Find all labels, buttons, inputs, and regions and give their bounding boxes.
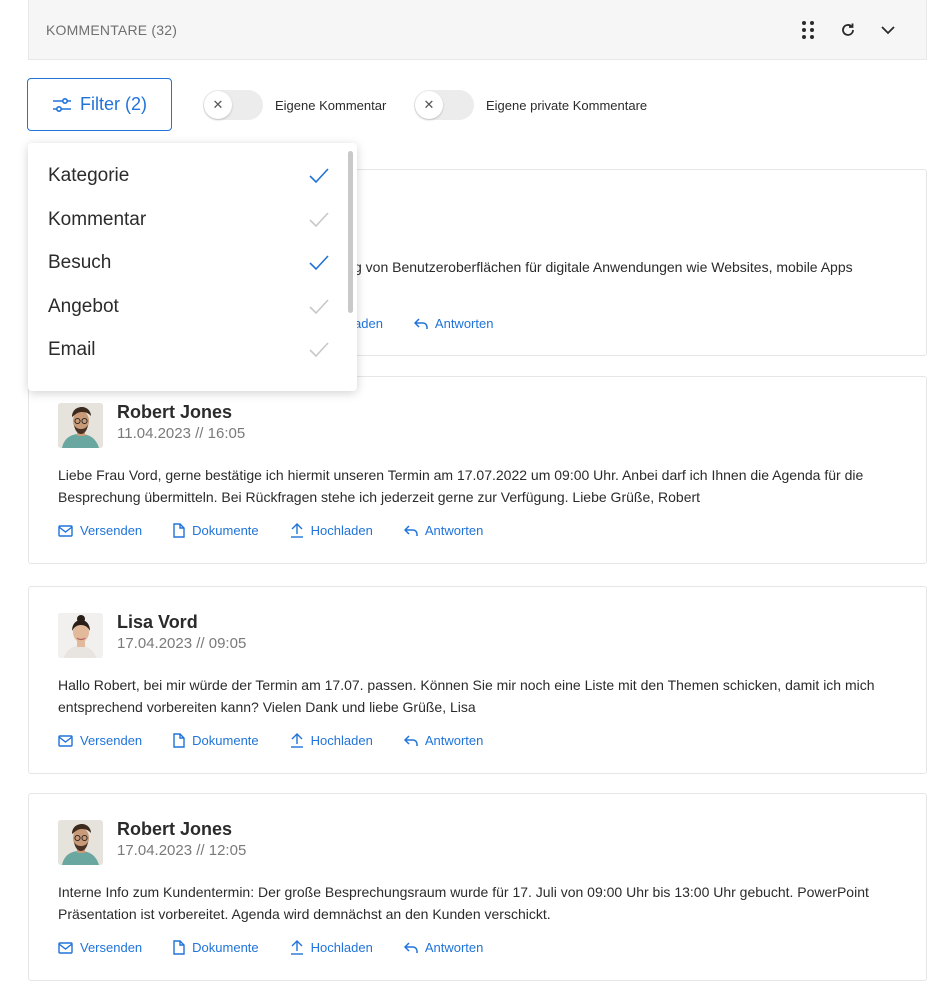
mail-icon — [58, 941, 73, 954]
filter-option-label: Kategorie — [48, 165, 130, 186]
comment-actions: aden Antworten — [354, 316, 524, 331]
refresh-icon[interactable] — [828, 10, 868, 50]
upload-label: Hochladen — [310, 523, 373, 538]
comments-header: KOMMENTARE (32) — [28, 0, 927, 60]
reply-icon — [403, 524, 418, 536]
comment-text: Liebe Frau Vord, gerne bestätige ich hie… — [58, 467, 864, 505]
filter-option-label: Besuch — [48, 252, 112, 273]
documents-label: Dokumente — [192, 523, 259, 538]
comment-author-row: Lisa Vord 17.04.2023 // 09:05 — [58, 612, 247, 658]
upload-label: Hochladen — [310, 733, 373, 748]
document-icon — [173, 523, 185, 538]
mail-icon — [58, 524, 73, 537]
own-comments-toggle[interactable]: ✕ — [203, 90, 263, 120]
document-icon — [173, 733, 185, 748]
author-name: Robert Jones — [117, 402, 233, 422]
upload-button[interactable]: Hochladen — [290, 523, 373, 538]
filter-option-kategorie[interactable]: Kategorie — [48, 161, 330, 191]
filter-option-angebot[interactable]: Angebot — [48, 292, 330, 322]
filter-option-email[interactable]: Email — [48, 335, 330, 365]
comment-author-row: Robert Jones 11.04.2023 // 16:05 — [58, 402, 246, 448]
comment-author-row: Robert Jones 17.04.2023 // 12:05 — [58, 819, 247, 865]
comment-text: Interne Info zum Kundentermin: Der große… — [58, 884, 869, 922]
drag-dots-icon[interactable] — [788, 10, 828, 50]
reply-label: Antworten — [424, 733, 484, 748]
author-name: Lisa Vord — [117, 612, 198, 632]
upload-button[interactable]: Hochladen — [290, 940, 373, 955]
upload-button[interactable]: Hochladen — [290, 733, 373, 748]
upload-icon — [290, 940, 303, 955]
reply-button[interactable]: Antworten — [403, 940, 484, 955]
comment-date: 17.04.2023 // 09:05 — [117, 635, 247, 652]
check-icon — [309, 299, 329, 315]
upload-icon — [290, 733, 303, 748]
comments-title: KOMMENTARE (32) — [46, 21, 178, 38]
avatar — [58, 613, 103, 658]
check-icon — [309, 342, 329, 358]
check-icon — [309, 255, 329, 271]
close-icon: ✕ — [204, 91, 232, 119]
comment-date: 11.04.2023 // 16:05 — [117, 425, 246, 442]
document-icon — [173, 940, 185, 955]
send-button[interactable]: Versenden — [58, 523, 142, 538]
check-icon — [309, 212, 329, 228]
send-label: Versenden — [80, 940, 143, 955]
comment-actions: Versenden Dokumente Hochladen Antworten — [58, 523, 514, 538]
filter-option-label: Email — [48, 339, 96, 360]
close-icon: ✕ — [415, 91, 443, 119]
upload-button[interactable]: aden — [354, 316, 383, 331]
upload-icon — [290, 523, 303, 538]
own-private-comments-label: Eigene private Kommentare — [486, 97, 648, 113]
header-actions — [788, 0, 908, 60]
avatar — [58, 403, 103, 448]
reply-icon — [413, 317, 428, 329]
documents-button[interactable]: Dokumente — [173, 523, 259, 538]
filter-label: Filter (2) — [80, 94, 147, 114]
toggle-own-comments: ✕ Eigene Kommentar — [203, 90, 386, 120]
toggle-own-private: ✕ Eigene private Kommentare — [414, 90, 647, 120]
filter-sliders-icon — [53, 97, 71, 112]
reply-label: Antworten — [424, 523, 484, 538]
filter-dropdown: Kategorie Kommentar Besuch Angebot Email — [28, 143, 357, 391]
comment-card: Lisa Vord 17.04.2023 // 09:05 Hallo Robe… — [28, 586, 927, 774]
filter-option-label: Angebot — [48, 296, 119, 317]
filter-option-kommentar[interactable]: Kommentar — [48, 205, 330, 235]
send-button[interactable]: Versenden — [58, 733, 142, 748]
dropdown-scrollbar[interactable] — [348, 151, 353, 313]
documents-button[interactable]: Dokumente — [173, 733, 259, 748]
check-icon — [309, 168, 329, 184]
chevron-down-icon[interactable] — [868, 10, 908, 50]
comment-text-partial: g von Benutzeroberflächen für digitale A… — [354, 259, 853, 275]
filter-button[interactable]: Filter (2) — [27, 78, 172, 131]
reply-label: Antworten — [434, 316, 494, 331]
mail-icon — [58, 734, 73, 747]
send-button[interactable]: Versenden — [58, 940, 142, 955]
upload-label: Hochladen — [310, 940, 373, 955]
documents-label: Dokumente — [192, 733, 259, 748]
reply-icon — [403, 941, 418, 953]
reply-icon — [403, 734, 418, 746]
reply-button[interactable]: Antworten — [403, 733, 484, 748]
comment-actions: Versenden Dokumente Hochladen Antworten — [58, 940, 514, 955]
upload-label: aden — [354, 316, 383, 331]
own-private-comments-toggle[interactable]: ✕ — [414, 90, 474, 120]
comments-panel: KOMMENTARE (32) Filter (2) ✕ Eigene Komm… — [0, 0, 927, 981]
avatar — [58, 820, 103, 865]
comment-card: Robert Jones 11.04.2023 // 16:05 Liebe F… — [28, 376, 927, 564]
comment-actions: Versenden Dokumente Hochladen Antworten — [58, 733, 514, 748]
comment-text: Hallo Robert, bei mir würde der Termin a… — [58, 677, 875, 715]
reply-label: Antworten — [424, 940, 484, 955]
reply-button[interactable]: Antworten — [413, 316, 494, 331]
author-name: Robert Jones — [117, 819, 233, 839]
documents-label: Dokumente — [192, 940, 259, 955]
reply-button[interactable]: Antworten — [403, 523, 484, 538]
documents-button[interactable]: Dokumente — [173, 940, 259, 955]
filter-option-besuch[interactable]: Besuch — [48, 248, 330, 278]
comment-card: Robert Jones 17.04.2023 // 12:05 Interne… — [28, 793, 927, 981]
comment-date: 17.04.2023 // 12:05 — [117, 842, 247, 859]
own-comments-label: Eigene Kommentar — [275, 97, 387, 113]
filter-option-label: Kommentar — [48, 209, 147, 230]
send-label: Versenden — [80, 523, 143, 538]
send-label: Versenden — [80, 733, 143, 748]
